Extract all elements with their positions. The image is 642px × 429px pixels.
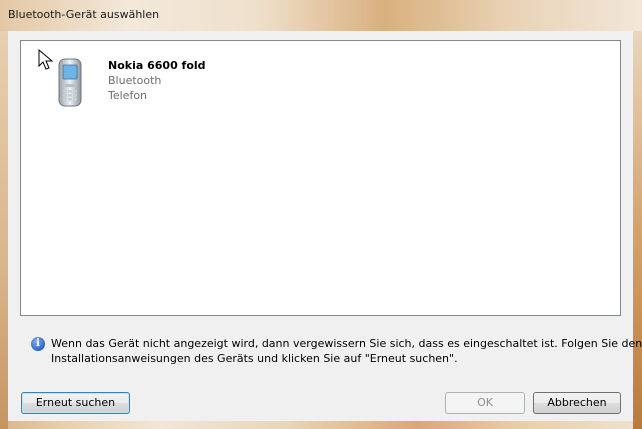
search-again-button[interactable]: Erneut suchen	[21, 392, 130, 414]
info-message-line-2: Installationsanweisungen des Geräts und …	[51, 352, 458, 365]
window-frame-right	[633, 31, 642, 429]
window-frame-left	[0, 31, 8, 429]
dialog-client-area: Nokia 6600 fold Bluetooth Telefon i Wenn…	[8, 31, 642, 421]
mobile-phone-icon	[58, 58, 82, 107]
info-message-line-1: Wenn das Gerät nicht angezeigt wird, dan…	[51, 337, 642, 350]
title-bar[interactable]: Bluetooth-Gerät auswählen	[0, 0, 642, 31]
info-message: Wenn das Gerät nicht angezeigt wird, dan…	[51, 336, 642, 366]
window-title: Bluetooth-Gerät auswählen	[8, 8, 160, 21]
device-category: Telefon	[108, 89, 148, 102]
cancel-button[interactable]: Abbrechen	[533, 392, 621, 414]
device-name: Nokia 6600 fold	[108, 59, 206, 72]
device-item[interactable]: Nokia 6600 fold Bluetooth Telefon	[56, 56, 276, 116]
device-type: Bluetooth	[108, 74, 162, 87]
ok-button[interactable]: OK	[445, 392, 525, 414]
device-list[interactable]: Nokia 6600 fold Bluetooth Telefon	[20, 40, 621, 316]
info-icon: i	[31, 337, 45, 351]
mouse-cursor-icon	[38, 49, 54, 70]
